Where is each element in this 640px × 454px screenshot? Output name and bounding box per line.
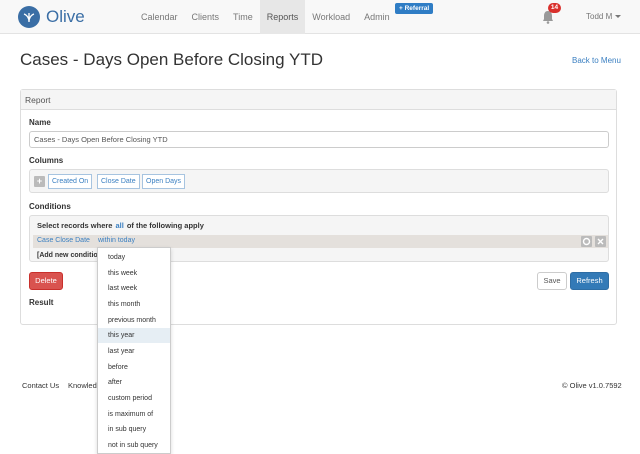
conditions-label: Conditions [29, 202, 71, 211]
dropdown-item-this-week[interactable]: this week [98, 266, 170, 281]
condition-settings-icon[interactable] [581, 236, 592, 247]
notification-badge: 14 [548, 3, 561, 13]
conditions-sentence: Select records where all of the following … [37, 221, 204, 230]
dropdown-item-this-month[interactable]: this month [98, 297, 170, 312]
delete-button[interactable]: Delete [29, 272, 63, 290]
nav-calendar[interactable]: Calendar [134, 0, 185, 34]
column-tag-close-date[interactable]: Close Date [97, 174, 140, 189]
condition-operator[interactable]: within today [98, 237, 135, 244]
dropdown-item-last-week[interactable]: last week [98, 281, 170, 296]
dropdown-item-custom-period[interactable]: custom period [98, 391, 170, 406]
dropdown-item-after[interactable]: after [98, 375, 170, 390]
panel-heading: Report [21, 90, 616, 110]
nav-admin[interactable]: Admin [357, 0, 397, 34]
column-tag-open-days[interactable]: Open Days [142, 174, 186, 189]
dropdown-item-before[interactable]: before [98, 360, 170, 375]
nav-time[interactable]: Time [226, 0, 260, 34]
olive-logo-icon [18, 6, 40, 28]
dropdown-item-today[interactable]: today [98, 250, 170, 265]
knowledge-link[interactable]: Knowled [68, 381, 97, 390]
user-menu[interactable]: Todd M [586, 12, 622, 21]
user-name: Todd M [586, 12, 613, 21]
refresh-button[interactable]: Refresh [570, 272, 609, 290]
version-text: © Olive v1.0.7592 [562, 381, 622, 390]
column-tag-created-on[interactable]: Created On [48, 174, 93, 189]
main-nav: Calendar Clients Time Reports Workload A… [134, 0, 397, 34]
save-button[interactable]: Save [537, 272, 567, 290]
add-column-icon[interactable]: + [34, 176, 45, 187]
back-to-menu-link[interactable]: Back to Menu [572, 56, 621, 65]
conditions-prefix: Select records where [37, 221, 113, 230]
report-name-input[interactable]: Cases - Days Open Before Closing YTD [29, 131, 609, 148]
condition-remove-icon[interactable] [595, 236, 606, 247]
dropdown-item-not-in-sub-query[interactable]: not in sub query [98, 438, 170, 453]
dropdown-item-in-sub-query[interactable]: in sub query [98, 422, 170, 437]
condition-field[interactable]: Case Close Date [37, 237, 90, 244]
brand-name: Olive [46, 7, 85, 26]
dropdown-item-previous-month[interactable]: previous month [98, 313, 170, 328]
nav-clients[interactable]: Clients [185, 0, 227, 34]
columns-label: Columns [29, 156, 64, 165]
dropdown-item-is-maximum-of[interactable]: is maximum of [98, 407, 170, 422]
dropdown-item-this-year[interactable]: this year [98, 328, 170, 343]
name-label: Name [29, 118, 51, 127]
caret-down-icon [615, 15, 622, 18]
page-title: Cases - Days Open Before Closing YTD [20, 50, 323, 69]
columns-box: + Created On Close Date Open Days [29, 169, 609, 193]
result-label: Result [29, 298, 54, 307]
top-navbar: Olive Calendar Clients Time Reports Work… [0, 0, 640, 34]
contact-us-link[interactable]: Contact Us [22, 381, 59, 390]
add-condition-link[interactable]: [Add new condition [37, 252, 102, 259]
referral-button[interactable]: + Referral [395, 3, 434, 14]
conditions-match-select[interactable]: all [115, 221, 123, 230]
nav-workload[interactable]: Workload [305, 0, 357, 34]
brand[interactable]: Olive [18, 5, 85, 29]
dropdown-item-last-year[interactable]: last year [98, 344, 170, 359]
nav-reports[interactable]: Reports [259, 0, 306, 34]
operator-dropdown: today this week last week this month pre… [97, 247, 171, 454]
conditions-suffix: of the following apply [126, 221, 204, 230]
